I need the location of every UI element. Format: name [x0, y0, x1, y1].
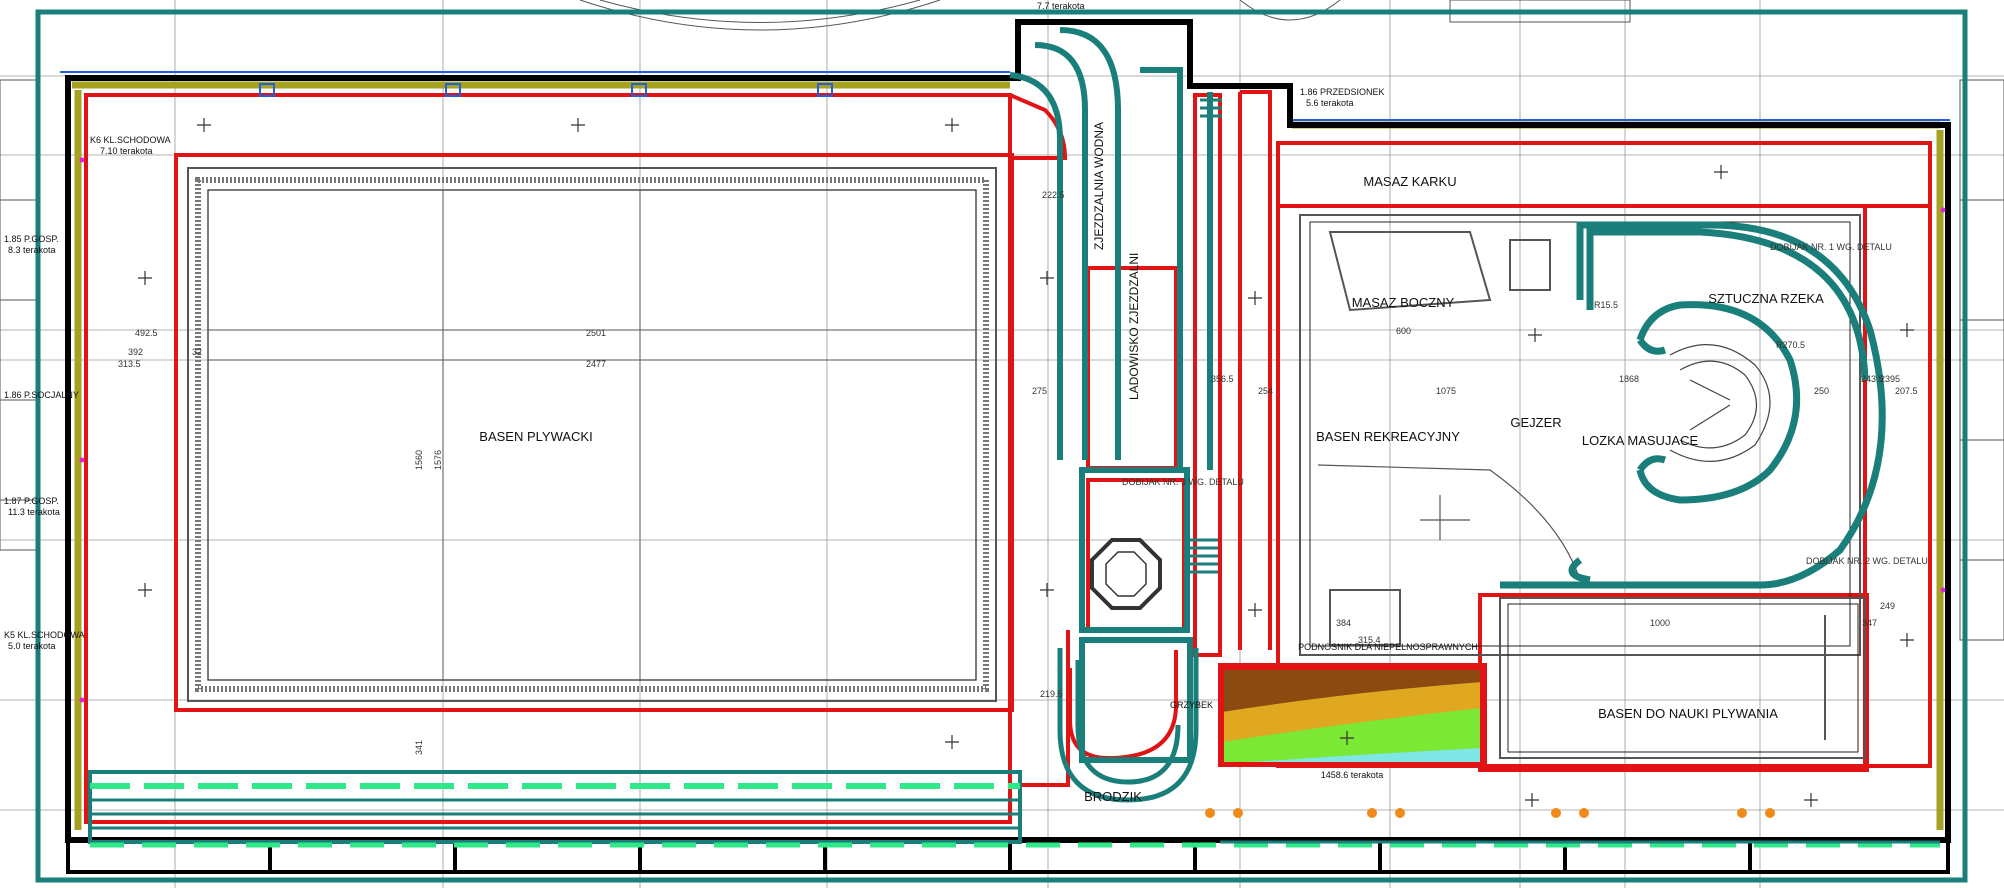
dim-2195: 219.5 [1040, 689, 1063, 699]
dim-254: 254 [1258, 386, 1273, 396]
label-zone-level: 1458.6 terakota [1321, 770, 1384, 780]
dim-2435: 243.5 [1861, 374, 1884, 384]
label-left-1: 1.85 P.GOSP. [4, 234, 59, 244]
dim-1000: 1000 [1650, 618, 1670, 628]
label-masaz-boczny: MASAZ BOCZNY [1352, 295, 1455, 310]
label-left-4: K5 KL.SCHODOWA [4, 630, 85, 640]
floor-plan: BASEN PLYWACKI BASEN REKREACYJNY BASEN D… [0, 0, 2004, 888]
label-ladowisko: LADOWISKO ZJEZDZALNI [1127, 253, 1141, 400]
label-basen-rekreacyjny: BASEN REKREACYJNY [1316, 429, 1460, 444]
label-zjezdzalnia: ZJEZDZALNIA WODNA [1092, 122, 1106, 250]
label-top-right-level: 5.6 terakota [1306, 98, 1354, 108]
octagon-jacuzzi [1090, 538, 1162, 610]
colored-zone [1220, 666, 1484, 766]
dim-R155: R15.5 [1594, 300, 1618, 310]
dim-341: 341 [414, 740, 424, 755]
label-brodzik: BRODZIK [1084, 789, 1142, 804]
label-left-2: 1.86 P.SOCJALNY [4, 390, 79, 400]
dim-4925: 492.5 [135, 328, 158, 338]
dimension-labels: 2501 2477 1560 1576 492.5 392 313.5 222.… [118, 190, 1918, 755]
label-top-right: 1.86 PRZEDSIONEK [1300, 87, 1385, 97]
label-gejzer: GEJZER [1510, 415, 1561, 430]
dim-3135: 313.5 [118, 359, 141, 369]
label-podnosnik: PODNOSNIK DLA NIEPELNOSPRAWNYCH [1298, 642, 1478, 652]
note-dobijak-3: DOBIJAK NR. 3 WG. DETALU [1122, 477, 1244, 487]
dim-384: 384 [1336, 618, 1351, 628]
note-dobijak-1: DOBIJAK NR. 1 WG. DETALU [1770, 242, 1892, 252]
label-left-4-level: 5.0 terakota [8, 641, 56, 651]
dim-347: 347 [1862, 618, 1877, 628]
label-masaz-karku: MASAZ KARKU [1363, 174, 1456, 189]
label-grzybek: GRZYBEK [1170, 700, 1213, 710]
dim-392: 392 [128, 347, 143, 357]
label-klatka-top-level: 7.10 terakota [100, 146, 153, 156]
dim-1576: 1576 [433, 450, 443, 470]
label-top-center: 7.7 terakota [1037, 1, 1085, 11]
dim-32: 32 [192, 347, 202, 357]
label-basen-plywacki: BASEN PLYWACKI [479, 429, 592, 444]
grid-lines [0, 0, 2004, 888]
note-dobijak-2: DOBIJAK NR. 2 WG. DETALU [1806, 556, 1928, 566]
dim-2225: 222.5 [1042, 190, 1065, 200]
dim-1560: 1560 [414, 450, 424, 470]
label-lozka-masujace: LOZKA MASUJACE [1582, 433, 1699, 448]
label-left-3: 1.87 P.GOSP. [4, 496, 59, 506]
lane-strip [88, 770, 1940, 848]
dim-600: 600 [1396, 326, 1411, 336]
artificial-river [1500, 221, 1886, 589]
dim-1075: 1075 [1436, 386, 1456, 396]
label-basen-nauki: BASEN DO NAUKI PLYWANIA [1598, 706, 1778, 721]
dim-1868: 1868 [1619, 374, 1639, 384]
dim-275: 275 [1032, 386, 1047, 396]
dim-R2705: R270.5 [1776, 340, 1805, 350]
dim-2075: 207.5 [1895, 386, 1918, 396]
label-left-1-level: 8.3 terakota [8, 245, 56, 255]
label-klatka-top: K6 KL.SCHODOWA [90, 135, 171, 145]
dim-249: 249 [1880, 601, 1895, 611]
label-sztuczna-rzeka: SZTUCZNA RZEKA [1708, 291, 1824, 306]
dim-2501: 2501 [586, 328, 606, 338]
label-left-3-level: 11.3 terakota [8, 507, 60, 517]
learning-pool [1499, 597, 1866, 759]
dim-250: 250 [1814, 386, 1829, 396]
dim-2477: 2477 [586, 359, 606, 369]
dim-3154: 315.4 [1358, 635, 1381, 645]
dim-3565: 356.5 [1211, 374, 1234, 384]
